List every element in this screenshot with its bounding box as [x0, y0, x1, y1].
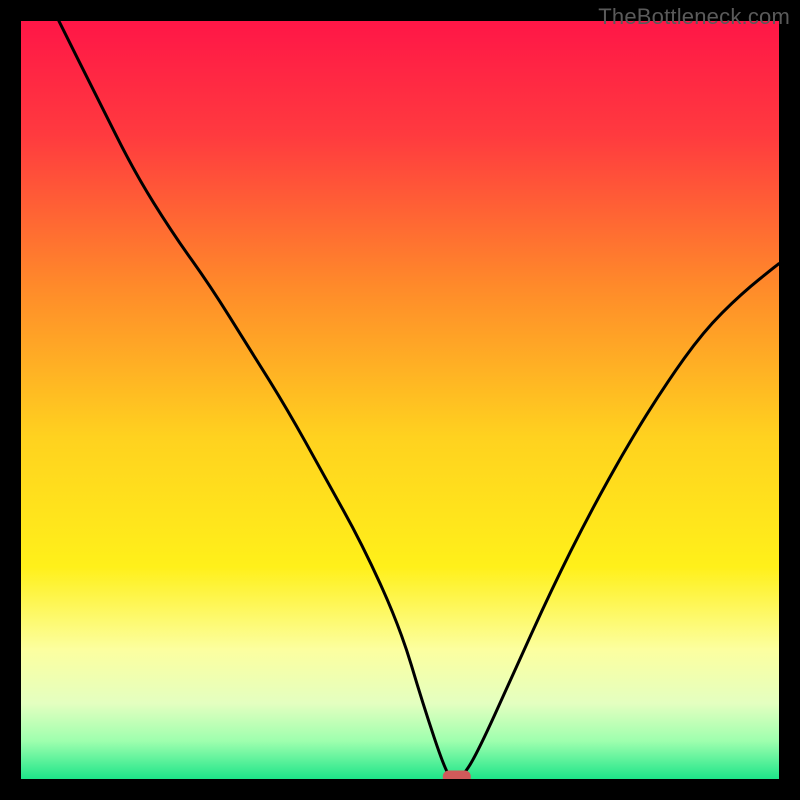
- chart-frame: TheBottleneck.com: [0, 0, 800, 800]
- bottleneck-chart: [21, 21, 779, 779]
- plot-area: [21, 21, 779, 779]
- optimum-marker: [443, 771, 471, 780]
- watermark-label: TheBottleneck.com: [598, 4, 790, 30]
- gradient-background: [21, 21, 779, 779]
